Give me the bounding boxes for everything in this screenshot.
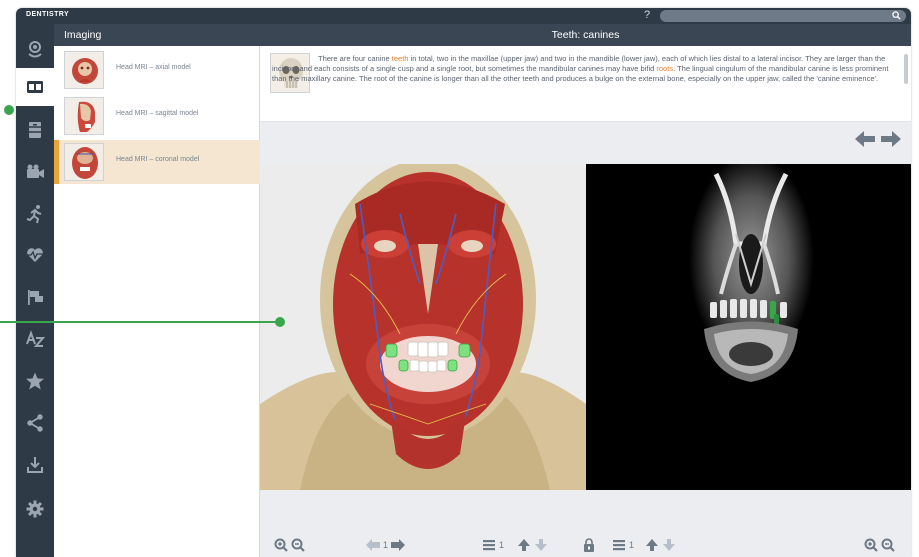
anatomy-3d-view[interactable] — [260, 164, 586, 490]
layer-count: 1 — [499, 540, 505, 550]
left-layer-controls: 1 — [482, 537, 548, 553]
left-zoom-controls — [274, 537, 305, 553]
imaging-panel: Imaging Head MRI – axial model Head MRI … — [54, 24, 260, 557]
sidebar-item-imaging[interactable] — [16, 68, 54, 106]
back-arrow-icon[interactable] — [855, 130, 875, 148]
layer-down-icon[interactable] — [534, 538, 548, 552]
page-navigator: 1 — [366, 537, 406, 553]
video-icon — [27, 164, 44, 178]
axial-thumbnail — [64, 51, 104, 89]
flags-icon — [28, 290, 43, 305]
app-window: DENTISTRY ? Imaging Head MRI – axial mod… — [16, 8, 911, 557]
sidebar-item-download[interactable] — [16, 446, 54, 484]
search-input[interactable] — [660, 10, 906, 22]
zoom-in-icon[interactable] — [274, 538, 288, 552]
layer-count: 1 — [629, 540, 635, 550]
imaging-panel-title: Imaging — [54, 24, 260, 46]
layers-icon[interactable] — [482, 538, 496, 552]
sidebar-item-favorites[interactable] — [16, 362, 54, 400]
az-index-icon — [26, 330, 45, 347]
link-roots[interactable]: roots — [656, 64, 673, 73]
sync-lock — [582, 537, 596, 553]
sidebar-item-settings[interactable] — [16, 490, 54, 528]
app-title: DENTISTRY — [26, 11, 70, 18]
sidebar-item-anatomy[interactable] — [16, 30, 54, 68]
layer-up-icon[interactable] — [517, 538, 531, 552]
list-item-axial[interactable]: Head MRI – axial model — [54, 48, 260, 92]
lock-icon[interactable] — [582, 538, 596, 552]
description-panel: There are four canine teeth in total, tw… — [260, 46, 911, 122]
list-item-coronal[interactable]: Head MRI – coronal model — [54, 140, 260, 184]
brain-icon — [28, 41, 42, 58]
list-item-label: Head MRI – coronal model — [116, 156, 200, 163]
list-item-sagittal[interactable]: Head MRI – sagittal model — [54, 94, 260, 138]
running-icon — [26, 205, 42, 224]
sidebar-item-movement[interactable] — [16, 195, 54, 233]
right-zoom-controls — [864, 537, 895, 553]
list-item-label: Head MRI – sagittal model — [116, 110, 199, 117]
share-icon — [27, 414, 43, 432]
sidebar-item-cabinet[interactable] — [16, 111, 54, 149]
viewer-area — [260, 164, 911, 490]
mri-scan-image — [586, 164, 911, 490]
sidebar-item-index[interactable] — [16, 320, 54, 358]
sidebar-item-share[interactable] — [16, 404, 54, 442]
face-muscle-model — [260, 164, 586, 490]
sidebar-item-physiology[interactable] — [16, 236, 54, 274]
star-icon — [26, 372, 44, 390]
callout-marker-imaging — [4, 105, 14, 115]
description-text: There are four canine teeth in total, tw… — [272, 54, 896, 84]
callout-line-viewer — [0, 321, 280, 323]
settings-icon — [26, 500, 44, 518]
viewer-toolbar: 1 1 1 — [260, 533, 911, 557]
mri-coronal-view[interactable] — [586, 164, 911, 490]
next-page-icon[interactable] — [391, 538, 406, 552]
download-icon — [27, 457, 43, 473]
title-bar: DENTISTRY ? — [16, 8, 911, 24]
help-icon[interactable]: ? — [644, 9, 650, 21]
layer-up-icon[interactable] — [645, 538, 659, 552]
sidebar — [16, 24, 54, 557]
list-item-label: Head MRI – axial model — [116, 64, 191, 71]
search-icon[interactable] — [892, 11, 901, 20]
page-title: Teeth: canines — [260, 24, 911, 46]
zoom-in-icon[interactable] — [864, 538, 878, 552]
previous-page-icon[interactable] — [366, 538, 380, 552]
callout-marker-viewer — [275, 317, 285, 327]
sagittal-thumbnail — [64, 97, 104, 135]
link-teeth[interactable]: teeth — [392, 54, 409, 63]
main-content: Teeth: canines There are four canine tee… — [260, 24, 911, 557]
zoom-out-icon[interactable] — [881, 538, 895, 552]
page-number: 1 — [383, 540, 389, 550]
zoom-out-icon[interactable] — [291, 538, 305, 552]
heart-pulse-icon — [26, 248, 44, 262]
imaging-icon — [27, 81, 43, 93]
sidebar-item-video[interactable] — [16, 153, 54, 191]
forward-arrow-icon[interactable] — [881, 130, 901, 148]
description-scrollbar[interactable] — [904, 54, 908, 84]
sidebar-item-flags[interactable] — [16, 278, 54, 316]
right-layer-controls: 1 — [612, 537, 676, 553]
layers-icon[interactable] — [612, 538, 626, 552]
coronal-thumbnail — [64, 143, 104, 181]
cabinet-icon — [29, 122, 41, 138]
history-nav — [855, 130, 903, 148]
description-part: There are four canine — [318, 54, 392, 63]
layer-down-icon[interactable] — [662, 538, 676, 552]
